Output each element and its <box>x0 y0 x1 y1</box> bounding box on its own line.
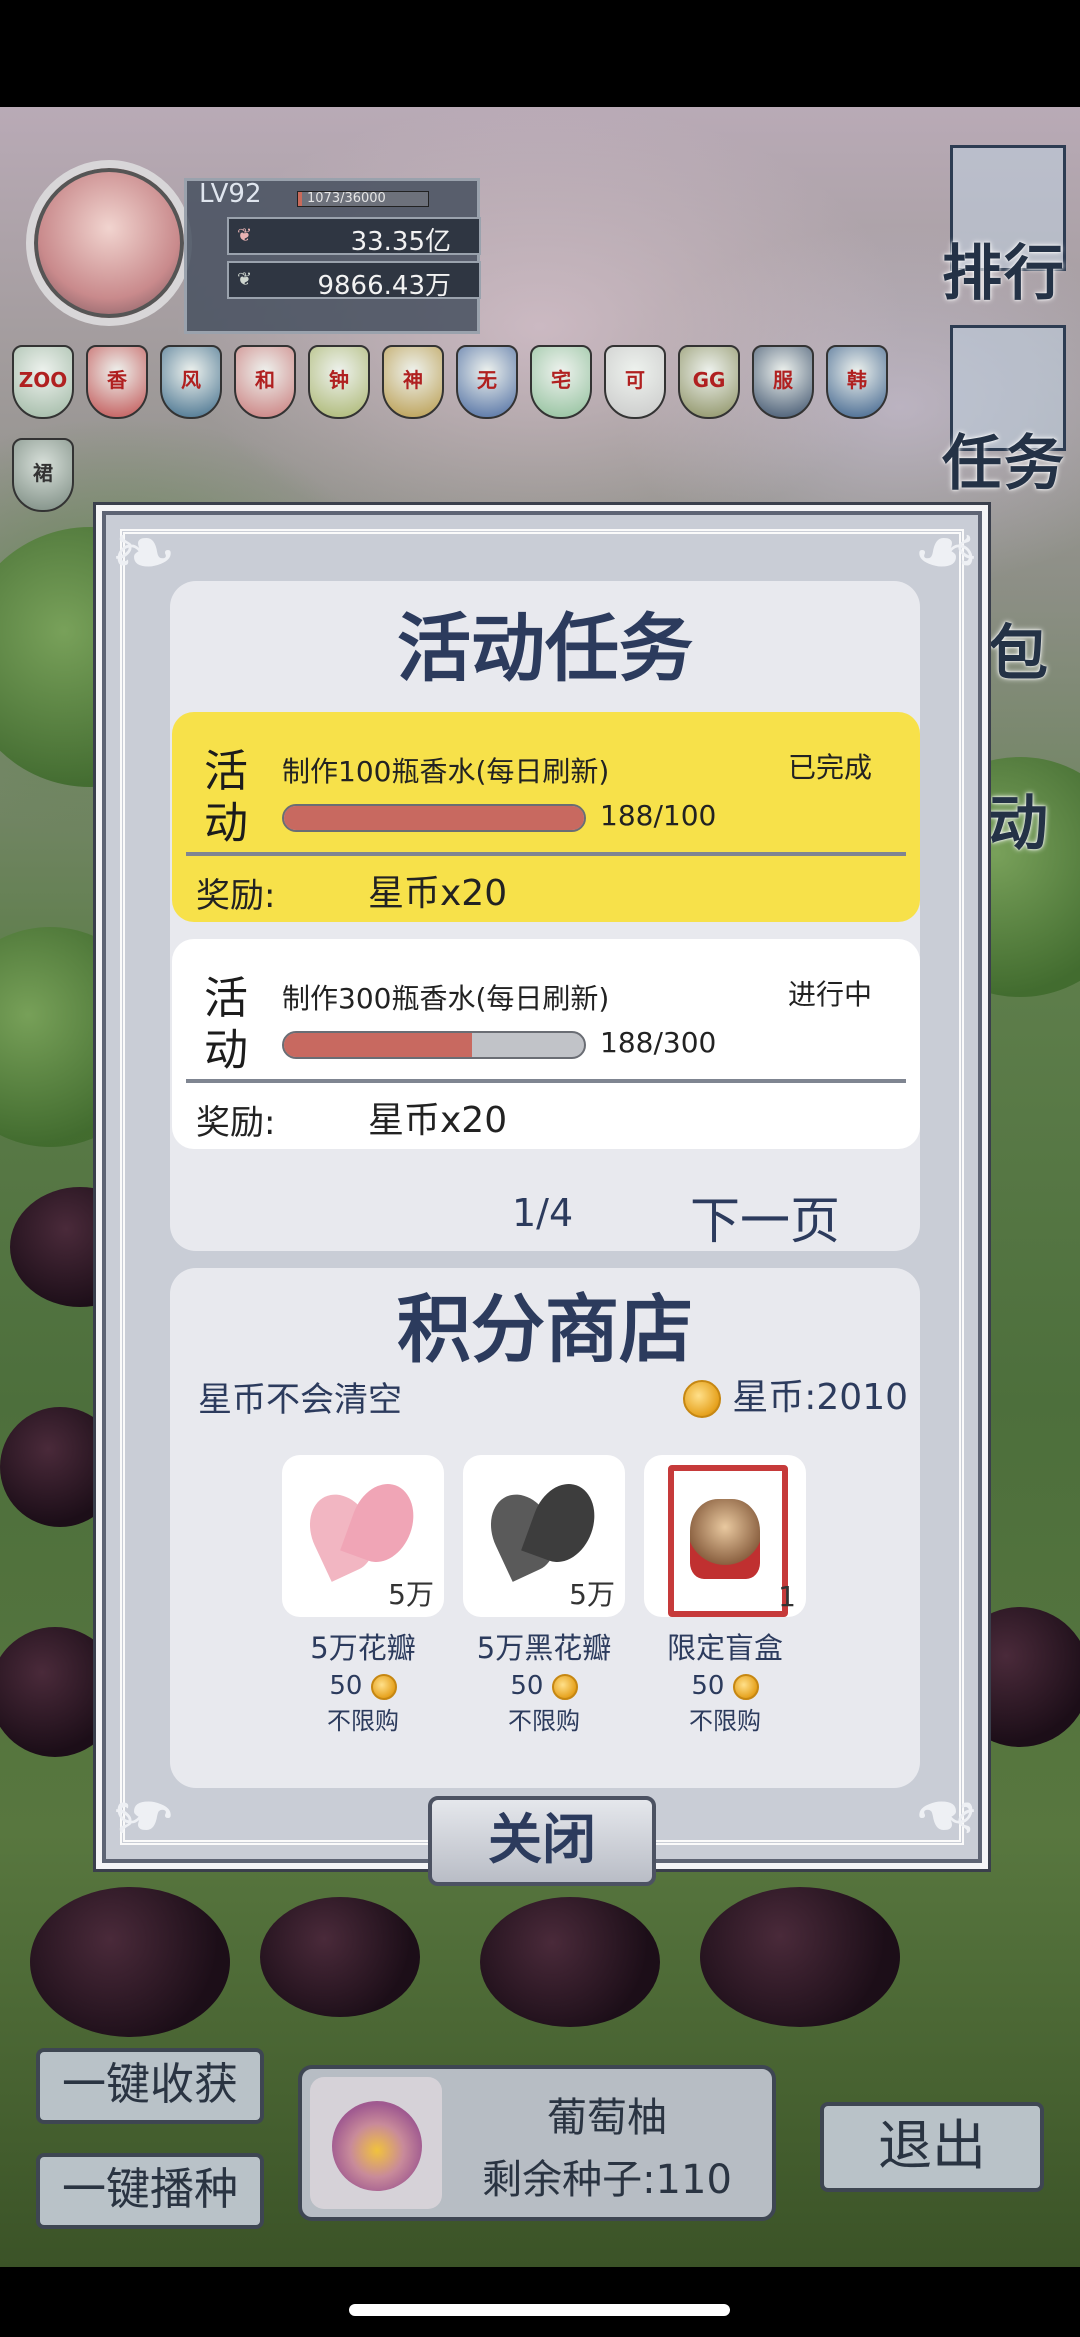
plant-all-button[interactable]: 一键播种 <box>36 2153 264 2229</box>
item-limit: 不限购 <box>689 1707 761 1735</box>
seed-name: 葡萄柚 <box>547 2095 667 2141</box>
player-level: LV92 <box>199 179 262 209</box>
star-coin-icon <box>732 1673 759 1700</box>
player-card: LV92 1073/36000 ❦ 33.35亿 ❦ 9866.43万 <box>14 140 481 334</box>
task-status: 已完成 <box>787 751 872 784</box>
item-price: 50 <box>463 1671 625 1701</box>
coin-balance-text: 星币:2010 <box>732 1377 908 1418</box>
petal-counter: ❦ 33.35亿 <box>227 217 481 257</box>
item-price: 50 <box>644 1671 806 1701</box>
item-name: 5万黑花瓣 <box>476 1631 612 1665</box>
activity-tasks-panel: 活动任务 活动 制作100瓶香水(每日刷新) 已完成 188/100 奖励: 星… <box>170 581 920 1251</box>
task-status: 进行中 <box>787 978 872 1011</box>
task-name: 制作300瓶香水(每日刷新) <box>282 982 610 1015</box>
xp-bar-fill <box>298 192 302 206</box>
side-menu-rank[interactable]: 排行 <box>942 225 1066 312</box>
task-progress-bar <box>282 1031 586 1059</box>
dark-petal-icon: ❦ <box>237 269 253 290</box>
task-progress-text: 188/100 <box>600 799 717 832</box>
reward-label: 奖励: <box>196 876 276 916</box>
star-coin-icon <box>551 1673 578 1700</box>
item-qty: 5万 <box>569 1578 615 1611</box>
badge-1[interactable]: ZOO <box>12 345 74 419</box>
badge-12[interactable]: 韩 <box>826 345 888 419</box>
seed-count: 剩余种子:110 <box>482 2157 732 2203</box>
side-menu-tasks[interactable]: 任务 <box>942 415 1066 502</box>
xp-text: 1073/36000 <box>307 191 386 206</box>
divider <box>186 1079 906 1083</box>
item-name: 限定盲盒 <box>666 1631 783 1665</box>
shop-note: 星币不会清空 <box>198 1380 402 1420</box>
exit-button[interactable]: 退出 <box>820 2102 1044 2192</box>
activity-dialog: ❧ ❧ ❧ ❧ 活动任务 活动 制作100瓶香水(每日刷新) 已完成 188/1… <box>96 505 988 1869</box>
badge-8[interactable]: 宅 <box>530 345 592 419</box>
shop-title: 积分商店 <box>397 1287 693 1373</box>
next-page-button[interactable]: 下一页 <box>690 1181 840 1253</box>
badge-10[interactable]: GG <box>678 345 740 419</box>
pink-petal-icon: 5万 <box>282 1455 444 1617</box>
task-tag: 活动 <box>204 746 248 849</box>
task-progress-fill <box>284 806 584 830</box>
tasks-title: 活动任务 <box>397 606 693 692</box>
player-avatar[interactable] <box>26 160 192 326</box>
dark-petal-icon: 5万 <box>463 1455 625 1617</box>
shop-item[interactable]: 5万 5万黑花瓣 50 不限购 <box>463 1455 625 1736</box>
badge-3[interactable]: 风 <box>160 345 222 419</box>
item-price: 50 <box>282 1671 444 1701</box>
harvest-all-button[interactable]: 一键收获 <box>36 2048 264 2124</box>
badge-9[interactable]: 可 <box>604 345 666 419</box>
item-name: 5万花瓣 <box>310 1631 416 1665</box>
dark-petal-value: 9866.43万 <box>317 271 451 301</box>
dark-petal-counter: ❦ 9866.43万 <box>227 261 481 301</box>
badge-11[interactable]: 服 <box>752 345 814 419</box>
badge-4[interactable]: 和 <box>234 345 296 419</box>
task-card: 活动 制作300瓶香水(每日刷新) 进行中 188/300 奖励: 星币x20 <box>172 939 920 1149</box>
player-stats: LV92 1073/36000 ❦ 33.35亿 ❦ 9866.43万 <box>184 178 481 334</box>
item-limit: 不限购 <box>327 1707 399 1735</box>
reward-value: 星币x20 <box>368 873 508 914</box>
star-coin-icon <box>682 1380 721 1418</box>
side-menu-bag[interactable]: 包 <box>988 605 1050 692</box>
task-card: 活动 制作100瓶香水(每日刷新) 已完成 188/100 奖励: 星币x20 <box>172 712 920 922</box>
seed-selector[interactable]: 葡萄柚 剩余种子:110 <box>298 2065 776 2221</box>
task-tag: 活动 <box>204 973 248 1076</box>
badge-2[interactable]: 香 <box>86 345 148 419</box>
badge-extra[interactable]: 裙 <box>12 438 74 512</box>
page-indicator: 1/4 <box>512 1191 574 1235</box>
task-progress-text: 188/300 <box>600 1026 717 1059</box>
blind-box-icon: 1 <box>644 1455 806 1617</box>
task-name: 制作100瓶香水(每日刷新) <box>282 755 610 788</box>
shop-item[interactable]: 1 限定盲盒 50 不限购 <box>644 1455 806 1736</box>
divider <box>186 852 906 856</box>
side-menu-activity[interactable]: 动 <box>988 775 1050 862</box>
badge-6[interactable]: 神 <box>382 345 444 419</box>
star-coin-icon <box>370 1673 397 1700</box>
badge-5[interactable]: 钟 <box>308 345 370 419</box>
coin-balance: 星币:2010 <box>682 1368 908 1420</box>
item-qty: 1 <box>778 1580 796 1613</box>
task-progress-bar <box>282 804 586 832</box>
shop-item[interactable]: 5万 5万花瓣 50 不限购 <box>282 1455 444 1736</box>
points-shop-panel: 积分商店 星币不会清空 星币:2010 5万 5万花瓣 50 不限购 5万 5万… <box>170 1268 920 1788</box>
item-limit: 不限购 <box>508 1707 580 1735</box>
close-button[interactable]: 关闭 <box>428 1796 656 1886</box>
task-progress-fill <box>284 1033 473 1057</box>
reward-label: 奖励: <box>196 1103 276 1143</box>
item-qty: 5万 <box>388 1578 434 1611</box>
petal-value: 33.35亿 <box>350 227 451 257</box>
badge-7[interactable]: 无 <box>456 345 518 419</box>
home-indicator <box>349 2304 730 2316</box>
reward-value: 星币x20 <box>368 1100 508 1141</box>
petal-icon: ❦ <box>237 225 253 246</box>
